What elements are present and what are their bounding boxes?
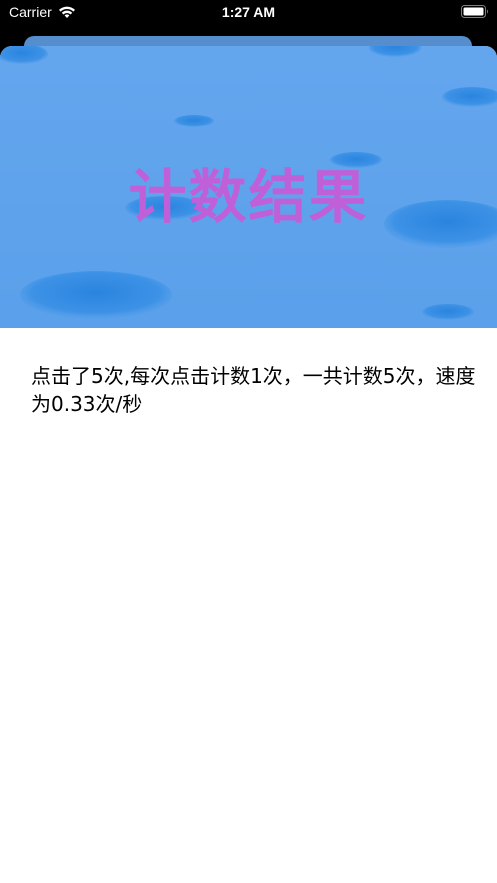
screen: Carrier 1:27 AM 计数结果 点击了5次,每次点击计数1次，一共计数…: [0, 0, 497, 883]
result-title: 计数结果: [128, 163, 369, 231]
battery-icon: [461, 5, 488, 18]
result-sheet[interactable]: 计数结果 点击了5次,每次点击计数1次，一共计数5次，速度为0.33次/秒: [0, 46, 497, 883]
status-bar: Carrier 1:27 AM: [0, 0, 497, 26]
result-summary-text: 点击了5次,每次点击计数1次，一共计数5次，速度为0.33次/秒: [31, 364, 476, 416]
result-banner: 计数结果: [0, 46, 497, 328]
clock: 1:27 AM: [221, 4, 276, 20]
